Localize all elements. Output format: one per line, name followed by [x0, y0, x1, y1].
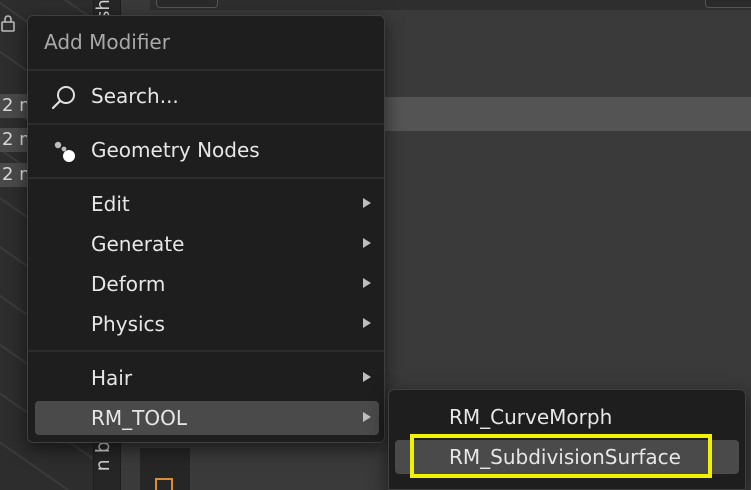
search-label: Search... [91, 84, 179, 108]
menu-item-rm-tool[interactable]: RM_TOOL [35, 401, 379, 435]
menu-item-physics[interactable]: Physics [35, 307, 379, 341]
submenu-item-rm-subdivisionsurface[interactable]: RM_SubdivisionSurface [395, 440, 739, 474]
submenu-arrow-icon [363, 318, 371, 328]
top-bar [150, 0, 751, 10]
properties-field[interactable] [385, 97, 751, 131]
search-item[interactable]: Search... [35, 79, 379, 113]
menu-separator [28, 177, 384, 179]
submenu-arrow-icon [363, 412, 371, 422]
search-icon [51, 85, 77, 111]
value-chip[interactable]: 2 m [0, 94, 30, 118]
menu-item-edit[interactable]: Edit [35, 187, 379, 221]
submenu-arrow-icon [363, 198, 371, 208]
menu-separator [28, 69, 384, 71]
menu-item-label: Hair [91, 366, 133, 390]
menu-item-label: Edit [91, 192, 130, 216]
value-chip[interactable]: 2 m [0, 163, 30, 187]
value-chip[interactable]: 2 m [0, 128, 30, 152]
submenu-arrow-icon [363, 372, 371, 382]
add-modifier-menu: Add Modifier Search... Geometry Nodes Ed… [27, 15, 385, 443]
rm-tool-submenu: RM_CurveMorph RM_SubdivisionSurface [388, 389, 746, 490]
geometry-nodes-icon [53, 140, 79, 166]
menu-separator [28, 350, 384, 352]
submenu-arrow-icon [363, 238, 371, 248]
submenu-item-label: RM_CurveMorph [449, 405, 613, 429]
menu-item-hair[interactable]: Hair [35, 361, 379, 395]
lock-icon[interactable] [0, 14, 16, 32]
submenu-item-label: RM_SubdivisionSurface [449, 445, 681, 469]
menu-item-label: RM_TOOL [91, 406, 187, 430]
menu-item-label: Deform [91, 272, 166, 296]
menu-item-generate[interactable]: Generate [35, 227, 379, 261]
top-widget[interactable] [705, 0, 751, 8]
submenu-item-rm-curvemorph[interactable]: RM_CurveMorph [395, 400, 739, 434]
geometry-nodes-item[interactable]: Geometry Nodes [35, 133, 379, 167]
object-bracket-icon [155, 478, 173, 490]
geometry-nodes-label: Geometry Nodes [91, 138, 260, 162]
menu-title: Add Modifier [44, 30, 170, 54]
top-widget[interactable] [156, 0, 218, 8]
menu-separator [28, 123, 384, 125]
menu-item-label: Physics [91, 312, 165, 336]
submenu-arrow-icon [363, 278, 371, 288]
menu-item-label: Generate [91, 232, 185, 256]
menu-item-deform[interactable]: Deform [35, 267, 379, 301]
